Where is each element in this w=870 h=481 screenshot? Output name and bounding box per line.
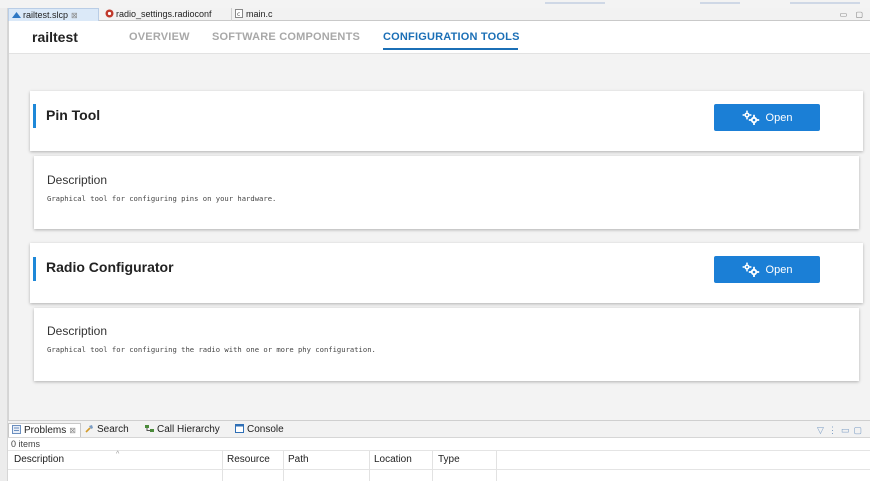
bottom-panel-tabs: Problems ⊠ Search Call Hierarchy Console … [8, 420, 870, 438]
tab-problems[interactable]: Problems ⊠ [8, 423, 81, 437]
title-strip [0, 0, 870, 8]
editor-tab-label: radio_settings.radioconf [116, 9, 212, 19]
pin-tool-description-card: Description Graphical tool for configuri… [34, 156, 859, 229]
tools-content: Pin Tool Open Description Graphical tool… [9, 54, 870, 420]
column-resource[interactable]: Resource [227, 454, 270, 465]
gears-icon [742, 110, 760, 125]
c-file-icon: c [235, 9, 244, 18]
editor-tab-label: main.c [246, 9, 273, 19]
tab-console[interactable]: Console [232, 423, 292, 437]
pin-tool-description: Graphical tool for configuring pins on y… [47, 194, 277, 203]
editor-tab-label: railtest.slcp [23, 10, 69, 20]
problems-item-count: 0 items [11, 439, 41, 449]
slcp-editor: railtest OVERVIEW SOFTWARE COMPONENTS CO… [8, 21, 870, 420]
card-accent [33, 257, 36, 281]
column-path[interactable]: Path [288, 454, 309, 465]
radio-configurator-description: Graphical tool for configuring the radio… [47, 345, 376, 354]
radioconf-icon [105, 9, 114, 18]
gears-icon [742, 262, 760, 277]
problems-table-header: ^ Description Resource Path Location Typ… [8, 450, 870, 481]
slcp-project-icon [12, 10, 21, 18]
active-tab-underline [383, 48, 518, 50]
close-icon[interactable]: ⊠ [71, 11, 78, 20]
pin-tool-card: Pin Tool Open [30, 91, 863, 151]
radio-configurator-description-card: Description Graphical tool for configuri… [34, 308, 859, 381]
tab-label: Console [247, 424, 284, 435]
project-header: railtest OVERVIEW SOFTWARE COMPONENTS CO… [9, 21, 870, 53]
problems-icon [12, 425, 21, 434]
tab-configuration-tools[interactable]: CONFIGURATION TOOLS [383, 31, 520, 43]
card-accent [33, 104, 36, 128]
pin-tool-title: Pin Tool [46, 107, 101, 123]
minimize-icon[interactable]: ▭ [841, 425, 854, 435]
editor-tab-bar: railtest.slcp ⊠ radio_settings.radioconf … [8, 8, 870, 21]
console-icon [235, 424, 244, 433]
editor-tab-main-c[interactable]: c main.c [231, 8, 281, 21]
tab-label: Search [97, 424, 129, 435]
radio-configurator-card: Radio Configurator Open [30, 243, 863, 303]
radio-configurator-title: Radio Configurator [46, 259, 174, 275]
pin-tool-open-button[interactable]: Open [714, 104, 820, 131]
ide-window: railtest.slcp ⊠ radio_settings.radioconf … [0, 0, 870, 481]
description-heading: Description [47, 173, 108, 187]
open-label: Open [765, 263, 793, 276]
editor-tab-radio-settings[interactable]: radio_settings.radioconf [102, 8, 230, 21]
view-menu-icon[interactable]: ⋮ [828, 425, 841, 435]
tab-label: Call Hierarchy [157, 424, 220, 435]
maximize-icon[interactable]: ▢ [853, 425, 866, 435]
column-type[interactable]: Type [438, 454, 460, 465]
radio-configurator-open-button[interactable]: Open [714, 256, 820, 283]
editor-window-controls[interactable]: ▭ ▢ [840, 8, 866, 21]
project-name: railtest [32, 29, 78, 45]
description-heading: Description [47, 324, 108, 338]
close-icon[interactable]: ⊠ [69, 426, 76, 435]
filter-icon[interactable]: ▽ [817, 425, 828, 435]
tab-call-hierarchy[interactable]: Call Hierarchy [142, 423, 224, 437]
problems-view: 0 items ^ Description Resource Path Loca… [8, 438, 870, 481]
search-icon [85, 424, 94, 433]
column-description[interactable]: Description [14, 454, 64, 465]
column-location[interactable]: Location [374, 454, 412, 465]
svg-text:c: c [237, 11, 240, 18]
panel-controls[interactable]: ▽⋮▭▢ [817, 423, 866, 437]
left-trim [0, 8, 8, 481]
editor-tab-railtest-slcp[interactable]: railtest.slcp ⊠ [8, 8, 99, 21]
sort-indicator-icon: ^ [116, 451, 120, 458]
tab-search[interactable]: Search [82, 423, 134, 437]
tab-overview[interactable]: OVERVIEW [129, 31, 190, 43]
call-hierarchy-icon [145, 424, 154, 433]
open-label: Open [765, 111, 793, 124]
tab-label: Problems [24, 425, 67, 436]
tab-software-components[interactable]: SOFTWARE COMPONENTS [212, 31, 360, 43]
